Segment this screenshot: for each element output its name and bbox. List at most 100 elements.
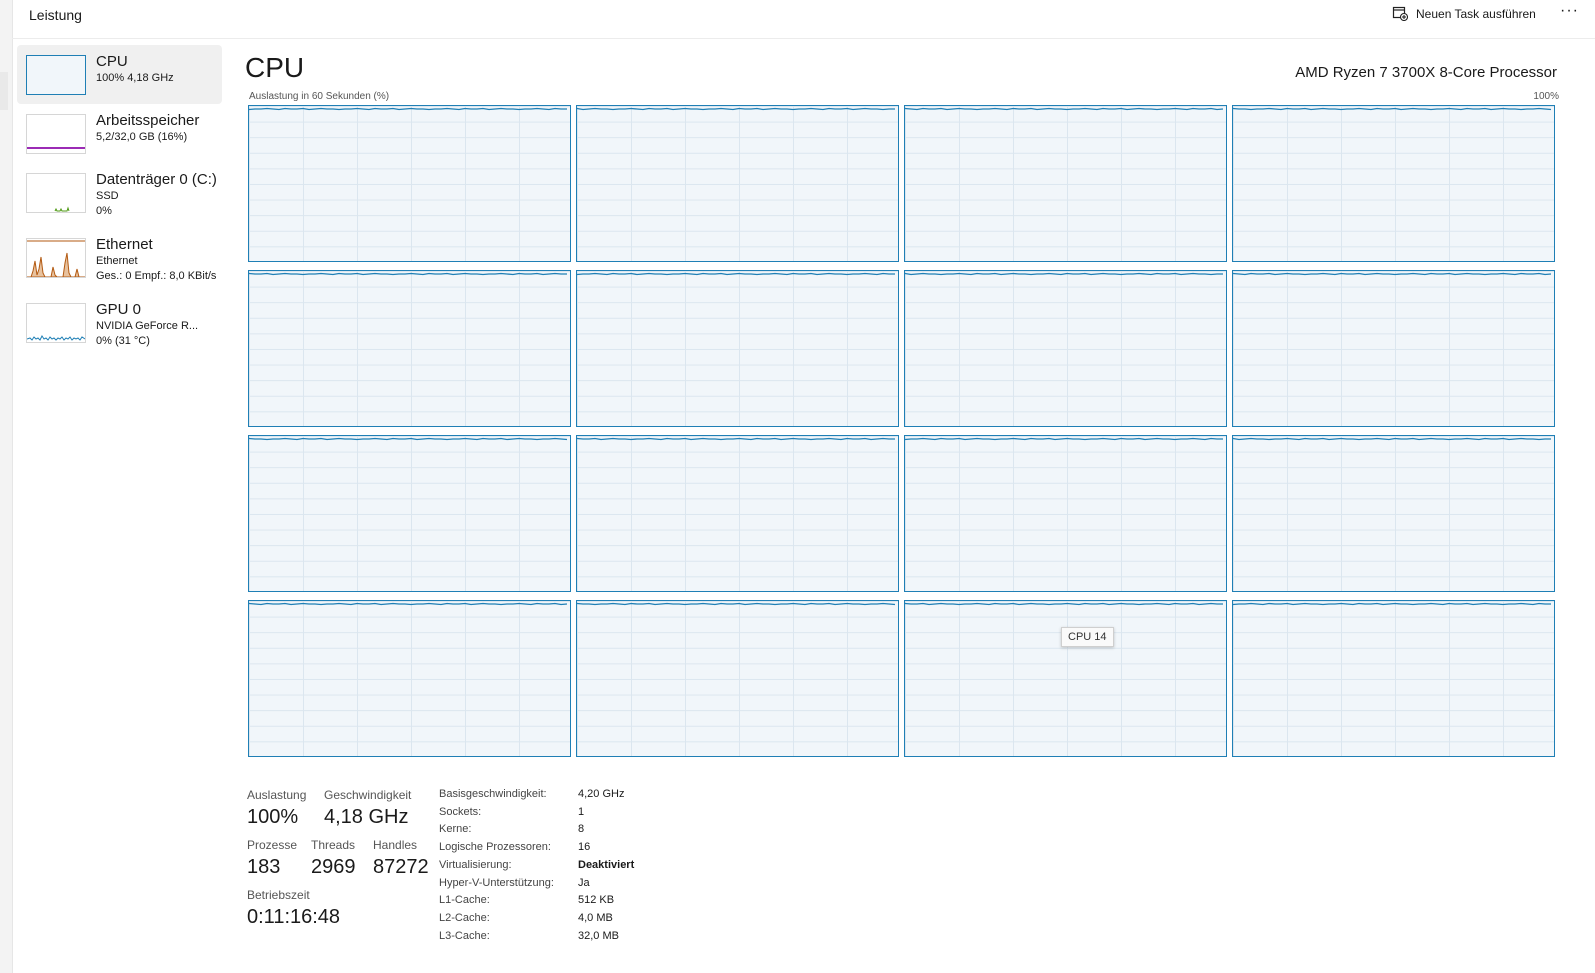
sidebar-item-detail: SSD bbox=[96, 190, 119, 202]
cpu-usage-line bbox=[905, 107, 1224, 111]
spec-value: 32,0 MB bbox=[578, 929, 619, 942]
sidebar-item-detail: Ethernet bbox=[96, 255, 138, 267]
cpu-graph-12[interactable] bbox=[248, 600, 571, 757]
cpu-usage-line bbox=[905, 437, 1223, 441]
spec-key: Kerne: bbox=[439, 823, 472, 836]
cpu-graph-1[interactable] bbox=[576, 105, 899, 262]
cpu-usage-line bbox=[249, 602, 568, 606]
cpu-graph-15[interactable] bbox=[1232, 600, 1555, 757]
ethernet-thumbnail-graph bbox=[26, 238, 86, 278]
run-new-task-label: Neuen Task ausführen bbox=[1416, 7, 1536, 21]
cpu-usage-line bbox=[1233, 107, 1552, 111]
cpu-graph-7[interactable] bbox=[1232, 270, 1555, 427]
sidebar-item-value: Ges.: 0 Empf.: 8,0 KBit/s bbox=[96, 270, 217, 282]
cpu-usage-line bbox=[905, 272, 1223, 276]
handles-label: Handles bbox=[373, 838, 418, 852]
sidebar-item-value: 0% bbox=[96, 205, 112, 217]
utilization-label: Auslastung bbox=[247, 788, 307, 802]
sidebar-item-cpu[interactable]: CPU 100% 4,18 GHz bbox=[17, 45, 222, 104]
cpu-usage-line bbox=[249, 437, 568, 441]
logical-processor-graphs bbox=[248, 105, 1559, 763]
processes-label: Prozesse bbox=[247, 838, 298, 852]
cpu-graph-3[interactable] bbox=[1232, 105, 1555, 262]
speed-value: 4,18 GHz bbox=[324, 806, 409, 828]
sidebar-item-gpu[interactable]: GPU 0 NVIDIA GeForce R... 0% (31 °C) bbox=[17, 293, 222, 358]
cpu-usage-line bbox=[577, 272, 895, 276]
processor-name: AMD Ryzen 7 3700X 8-Core Processor bbox=[1295, 64, 1557, 81]
header-bar: Leistung Neuen Task ausführen ··· bbox=[12, 0, 1595, 39]
spec-value: Ja bbox=[578, 876, 590, 889]
utilization-value: 100% bbox=[247, 806, 299, 828]
graph-caption: Auslastung in 60 Sekunden (%) bbox=[249, 91, 390, 102]
spec-value: 16 bbox=[578, 841, 591, 854]
nav-rail bbox=[0, 0, 13, 973]
spec-value: 8 bbox=[578, 823, 585, 836]
cpu-graph-10[interactable] bbox=[904, 435, 1227, 592]
cpu-graph-13[interactable] bbox=[576, 600, 899, 757]
cpu-usage-line bbox=[1233, 602, 1551, 606]
more-options-icon[interactable]: ··· bbox=[1560, 2, 1579, 20]
cpu-graph-4[interactable] bbox=[248, 270, 571, 427]
threads-value: 2969 bbox=[311, 856, 356, 878]
performance-sidebar: CPU 100% 4,18 GHz Arbeitsspeicher 5,2/32… bbox=[17, 45, 222, 358]
spec-key: L3-Cache: bbox=[439, 929, 490, 942]
cpu-graph-5[interactable] bbox=[576, 270, 899, 427]
sidebar-item-detail: 5,2/32,0 GB (16%) bbox=[96, 131, 188, 143]
page-title: Leistung bbox=[29, 7, 82, 23]
handles-value: 87272 bbox=[373, 856, 429, 878]
threads-label: Threads bbox=[311, 838, 356, 852]
cpu-thumbnail-graph bbox=[26, 55, 86, 95]
sidebar-item-memory[interactable]: Arbeitsspeicher 5,2/32,0 GB (16%) bbox=[17, 104, 222, 163]
spec-key: L2-Cache: bbox=[439, 911, 490, 924]
gpu-thumbnail-graph bbox=[26, 303, 86, 343]
spec-key: L1-Cache: bbox=[439, 894, 490, 907]
spec-key: Virtualisierung: bbox=[439, 858, 512, 871]
cpu-usage-line bbox=[577, 107, 895, 111]
cpu-usage-line bbox=[1233, 272, 1552, 276]
uptime-label: Betriebszeit bbox=[247, 888, 310, 902]
cpu-graph-8[interactable] bbox=[248, 435, 571, 592]
graph-max-label: 100% bbox=[1533, 91, 1559, 102]
cpu-graph-11[interactable] bbox=[1232, 435, 1555, 592]
spec-value: 1 bbox=[578, 805, 585, 818]
cpu-graph-0[interactable] bbox=[248, 105, 571, 262]
spec-key: Basisgeschwindigkeit: bbox=[439, 788, 547, 800]
sidebar-item-label: Arbeitsspeicher bbox=[96, 112, 200, 129]
memory-thumbnail-graph bbox=[26, 114, 86, 154]
spec-value: 4,20 GHz bbox=[578, 788, 625, 800]
cpu-graph-6[interactable] bbox=[904, 270, 1227, 427]
sidebar-item-value: 0% (31 °C) bbox=[96, 335, 150, 347]
spec-key: Logische Prozessoren: bbox=[439, 841, 551, 854]
cpu-usage-line bbox=[249, 107, 567, 111]
sidebar-item-disk[interactable]: Datenträger 0 (C:) SSD 0% bbox=[17, 163, 222, 228]
nav-rail-selection bbox=[0, 72, 8, 110]
sidebar-item-ethernet[interactable]: Ethernet Ethernet Ges.: 0 Empf.: 8,0 KBi… bbox=[17, 228, 222, 293]
cpu-usage-line bbox=[249, 272, 567, 276]
cpu-graph-2[interactable] bbox=[904, 105, 1227, 262]
resource-title: CPU bbox=[245, 52, 305, 83]
cpu-usage-line bbox=[1233, 437, 1551, 441]
spec-key: Sockets: bbox=[439, 805, 482, 818]
spec-key: Hyper-V-Unterstützung: bbox=[439, 876, 554, 889]
processes-value: 183 bbox=[247, 856, 281, 878]
sidebar-item-label: Datenträger 0 (C:) bbox=[96, 171, 217, 188]
speed-label: Geschwindigkeit bbox=[324, 788, 412, 802]
uptime-value: 0:11:16:48 bbox=[247, 906, 341, 928]
sidebar-item-label: Ethernet bbox=[96, 236, 153, 253]
spec-value: 4,0 MB bbox=[578, 911, 613, 924]
new-task-icon bbox=[1392, 5, 1409, 24]
sidebar-item-label: CPU bbox=[96, 53, 128, 70]
spec-value: Deaktiviert bbox=[578, 858, 635, 871]
disk-thumbnail-graph bbox=[26, 173, 86, 213]
cpu-usage-line bbox=[577, 602, 896, 606]
spec-value: 512 KB bbox=[578, 894, 615, 907]
sidebar-item-detail: 100% 4,18 GHz bbox=[96, 72, 174, 84]
cpu-tooltip: CPU 14 bbox=[1061, 627, 1114, 647]
cpu-graph-14[interactable] bbox=[904, 600, 1227, 757]
run-new-task-button[interactable]: Neuen Task ausführen bbox=[1392, 4, 1536, 24]
cpu-graph-9[interactable] bbox=[576, 435, 899, 592]
cpu-usage-line bbox=[905, 602, 1223, 606]
sidebar-item-detail: NVIDIA GeForce R... bbox=[96, 320, 199, 332]
sidebar-item-label: GPU 0 bbox=[96, 301, 142, 318]
cpu-usage-line bbox=[577, 437, 895, 441]
